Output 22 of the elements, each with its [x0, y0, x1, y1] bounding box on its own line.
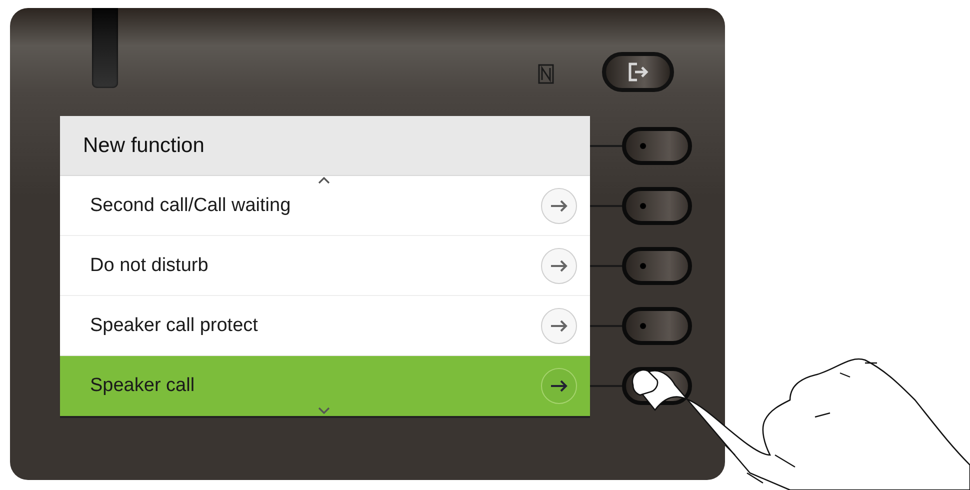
screen-title: New function — [83, 134, 204, 158]
menu-item-label: Second call/Call waiting — [90, 194, 291, 216]
menu-item-label: Speaker call — [90, 374, 195, 396]
menu-item-label: Speaker call protect — [90, 314, 258, 336]
nfc-icon — [538, 64, 554, 84]
leader-line — [590, 145, 622, 147]
key-dot-icon — [640, 323, 646, 329]
leader-line — [590, 265, 622, 267]
menu-item-label: Do not disturb — [90, 254, 208, 276]
key-dot-icon — [640, 203, 646, 209]
exit-button[interactable] — [602, 52, 674, 92]
scroll-up-icon — [318, 177, 330, 184]
key-dot-icon — [640, 263, 646, 269]
scroll-down-icon — [318, 407, 330, 414]
leader-line — [590, 205, 622, 207]
slot-icon — [92, 8, 118, 88]
menu-item[interactable]: Speaker call — [60, 356, 590, 416]
exit-icon — [627, 61, 649, 83]
leader-line — [590, 385, 622, 387]
key-dot-icon — [640, 143, 646, 149]
menu-item[interactable]: Second call/Call waiting — [60, 176, 590, 236]
leader-line — [590, 325, 622, 327]
